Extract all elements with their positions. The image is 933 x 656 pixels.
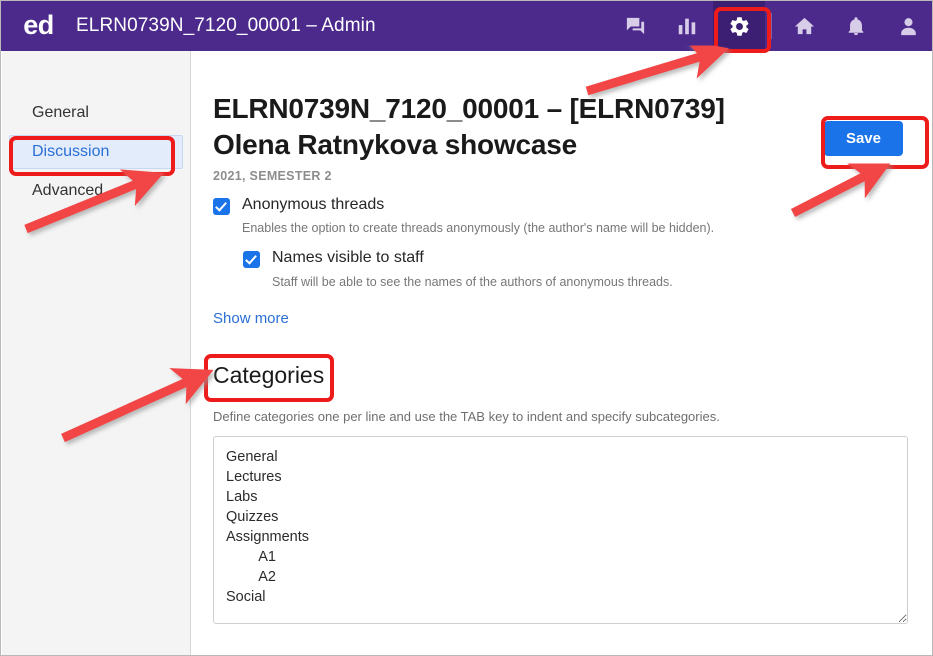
categories-heading: Categories — [213, 361, 325, 388]
sidebar-item-general[interactable]: General — [10, 96, 182, 130]
categories-textarea[interactable] — [213, 435, 908, 624]
option-label: Anonymous threads — [242, 195, 385, 213]
page-title: ELRN0739N_7120_00001 – [ELRN0739] Olena … — [213, 93, 725, 160]
option-text-block: Anonymous threads Enables the option to … — [242, 196, 714, 237]
analytics-icon[interactable] — [661, 1, 713, 51]
settings-main-panel: ELRN0739N_7120_00001 – [ELRN0739] Olena … — [191, 51, 932, 655]
top-header-bar: ed ELRN0739N_7120_00001 – Admin — [1, 1, 932, 51]
user-avatar-icon[interactable] — [882, 1, 932, 51]
page-subtitle: 2021, SEMESTER 2 — [213, 168, 332, 183]
gear-icon[interactable] — [713, 1, 765, 51]
header-course-title: ELRN0739N_7120_00001 – Admin — [76, 15, 376, 36]
settings-sidebar: General Discussion Advanced — [2, 51, 191, 655]
checkbox-anonymous-threads[interactable] — [213, 197, 230, 215]
checkbox-names-visible-to-staff[interactable] — [243, 251, 260, 269]
option-names-visible-to-staff[interactable]: Names visible to staff Staff will be abl… — [243, 249, 905, 290]
ed-logo[interactable]: ed — [1, 11, 76, 41]
header-divider — [771, 13, 772, 39]
option-description: Staff will be able to see the names of t… — [272, 274, 673, 289]
option-description: Enables the option to create threads ano… — [242, 221, 715, 236]
categories-description: Define categories one per line and use t… — [213, 408, 720, 424]
save-button[interactable]: Save — [823, 121, 903, 156]
option-text-block: Names visible to staff Staff will be abl… — [272, 249, 673, 290]
header-icon-group — [609, 1, 932, 51]
option-anonymous-threads[interactable]: Anonymous threads Enables the option to … — [213, 196, 905, 237]
bell-icon[interactable] — [830, 1, 882, 51]
home-icon[interactable] — [778, 1, 830, 51]
option-label: Names visible to staff — [272, 249, 424, 267]
app-window: ed ELRN0739N_7120_00001 – Admin General … — [0, 0, 933, 656]
sidebar-item-discussion[interactable]: Discussion — [9, 135, 183, 169]
show-more-link[interactable]: Show more — [213, 310, 289, 327]
sidebar-item-advanced[interactable]: Advanced — [10, 174, 182, 208]
discussion-icon[interactable] — [609, 1, 661, 51]
